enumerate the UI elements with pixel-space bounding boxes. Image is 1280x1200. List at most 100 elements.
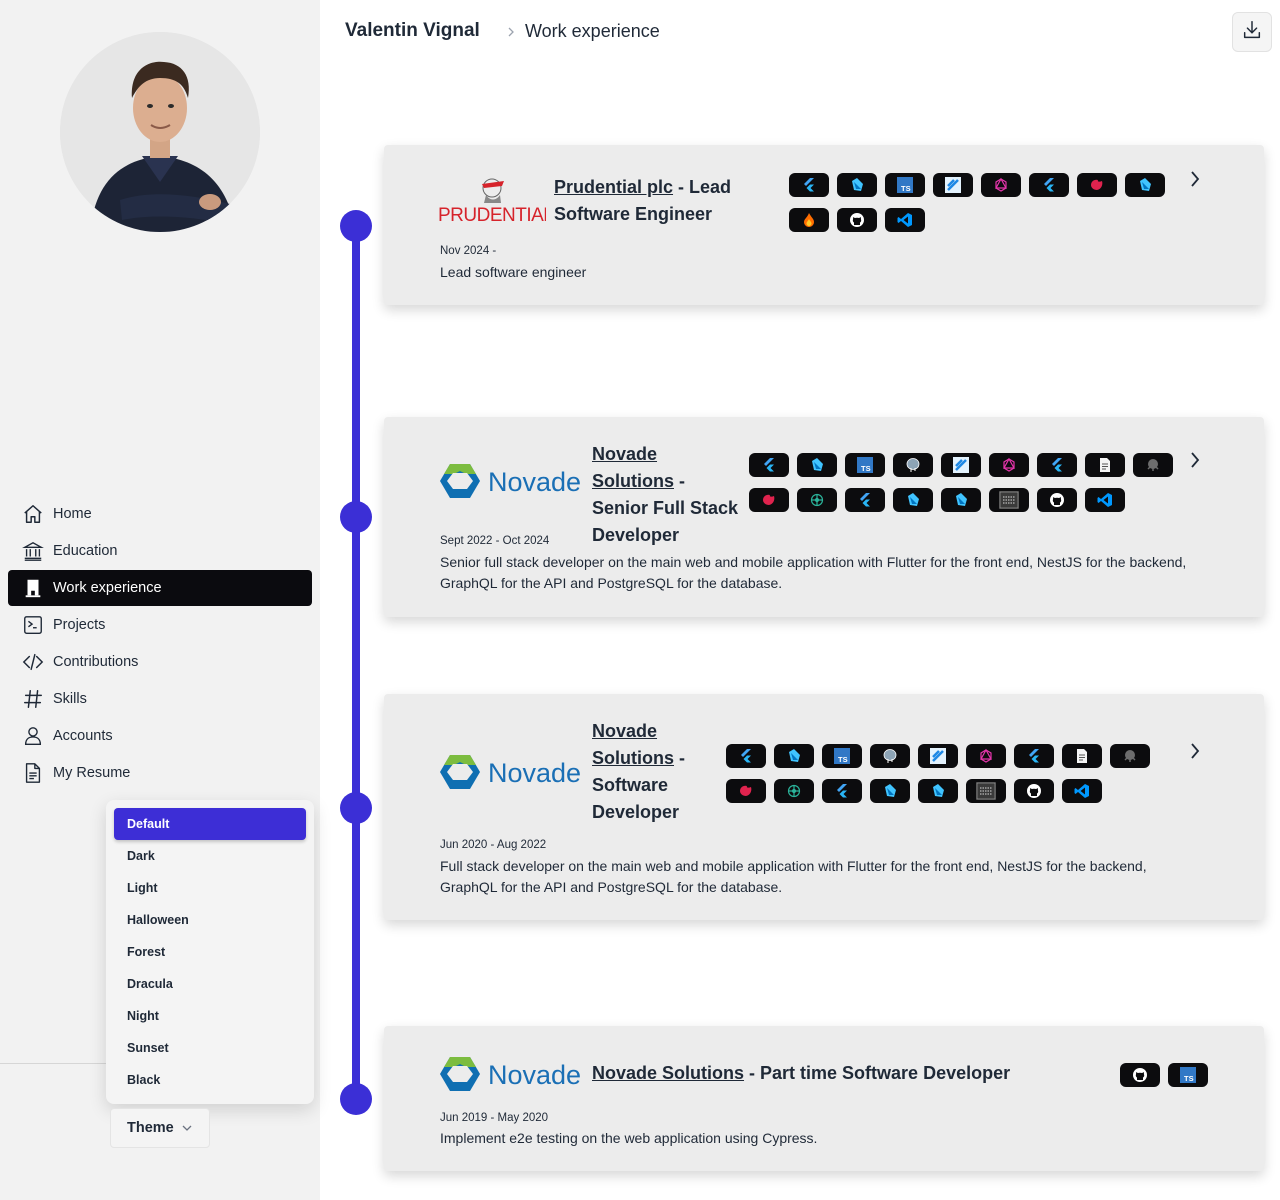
theme-button[interactable]: Theme bbox=[110, 1108, 210, 1148]
graphql-badge[interactable] bbox=[989, 453, 1029, 477]
theme-button-label: Theme bbox=[127, 1120, 174, 1136]
download-resume-button[interactable] bbox=[1232, 12, 1272, 52]
dart-badge[interactable] bbox=[870, 779, 910, 803]
breadcrumb-name[interactable]: Valentin Vignal bbox=[345, 20, 480, 42]
dart-badge[interactable] bbox=[774, 744, 814, 768]
theme-option-black[interactable]: Black bbox=[114, 1064, 306, 1096]
sidebar-item-projects[interactable]: Projects bbox=[8, 607, 312, 643]
typescript-badge[interactable]: TS bbox=[1168, 1063, 1208, 1087]
experience-card: PRUDENTIAL Prudential plc - Lead Softwar… bbox=[384, 145, 1264, 305]
download-icon bbox=[1241, 19, 1263, 46]
company-link[interactable]: Novade Solutions bbox=[592, 1063, 744, 1083]
vscode-badge[interactable] bbox=[885, 208, 925, 232]
dart-icon bbox=[786, 748, 802, 764]
sqlite-badge[interactable] bbox=[989, 488, 1029, 512]
company-link[interactable]: Prudential plc bbox=[554, 177, 673, 197]
flutter-icon bbox=[1049, 457, 1065, 473]
flutter-flow-badge[interactable] bbox=[918, 744, 958, 768]
typescript-badge[interactable]: TS bbox=[885, 173, 925, 197]
flutter-badge[interactable] bbox=[749, 453, 789, 477]
firebase-badge[interactable] bbox=[789, 208, 829, 232]
expand-button[interactable] bbox=[1183, 450, 1207, 474]
theme-option-light[interactable]: Light bbox=[114, 872, 306, 904]
sidebar-item-contributions[interactable]: Contributions bbox=[8, 644, 312, 680]
markdown-icon bbox=[1074, 748, 1090, 764]
github-badge[interactable] bbox=[837, 208, 877, 232]
flutter-icon bbox=[1026, 748, 1042, 764]
flutter-badge[interactable] bbox=[822, 779, 862, 803]
graphql-badge[interactable] bbox=[966, 744, 1006, 768]
firebase-icon bbox=[801, 212, 817, 228]
chevron-right-icon bbox=[506, 25, 516, 43]
flutter-badge[interactable] bbox=[845, 488, 885, 512]
sqlite-badge[interactable] bbox=[966, 779, 1006, 803]
timeline-dot bbox=[340, 792, 372, 824]
theme-option-dracula[interactable]: Dracula bbox=[114, 968, 306, 1000]
gitkraken-badge[interactable] bbox=[1133, 453, 1173, 477]
company-link[interactable]: Novade Solutions bbox=[592, 444, 674, 491]
nestjs-badge[interactable] bbox=[726, 779, 766, 803]
github-icon bbox=[1132, 1067, 1148, 1083]
user-icon bbox=[21, 724, 45, 748]
vscode-badge[interactable] bbox=[1062, 779, 1102, 803]
apollo-badge[interactable] bbox=[797, 488, 837, 512]
dart-badge[interactable] bbox=[797, 453, 837, 477]
theme-option-default[interactable]: Default bbox=[114, 808, 306, 840]
flutter-badge[interactable] bbox=[726, 744, 766, 768]
nestjs-badge[interactable] bbox=[749, 488, 789, 512]
expand-button[interactable] bbox=[1183, 741, 1207, 765]
theme-option-dark[interactable]: Dark bbox=[114, 840, 306, 872]
typescript-badge[interactable]: TS bbox=[845, 453, 885, 477]
github-badge[interactable] bbox=[1120, 1063, 1160, 1087]
github-badge[interactable] bbox=[1014, 779, 1054, 803]
graphql-badge[interactable] bbox=[981, 173, 1021, 197]
sidebar-item-label: Home bbox=[53, 506, 92, 522]
apollo-badge[interactable] bbox=[774, 779, 814, 803]
dart-badge[interactable] bbox=[893, 488, 933, 512]
school-icon bbox=[21, 539, 45, 563]
sidebar-item-work-experience[interactable]: Work experience bbox=[8, 570, 312, 606]
github-icon bbox=[849, 212, 865, 228]
gitkraken-badge[interactable] bbox=[1110, 744, 1150, 768]
postgresql-badge[interactable] bbox=[893, 453, 933, 477]
dart-badge[interactable] bbox=[918, 779, 958, 803]
flutter-badge[interactable] bbox=[1029, 173, 1069, 197]
dart-badge[interactable] bbox=[941, 488, 981, 512]
vscode-badge[interactable] bbox=[1085, 488, 1125, 512]
flutter-badge[interactable] bbox=[1037, 453, 1077, 477]
dart-badge[interactable] bbox=[837, 173, 877, 197]
typescript-badge[interactable]: TS bbox=[822, 744, 862, 768]
sidebar-nav: Home Education Work experience Projects … bbox=[8, 496, 312, 792]
github-badge[interactable] bbox=[1037, 488, 1077, 512]
sidebar-item-accounts[interactable]: Accounts bbox=[8, 718, 312, 754]
flutter-flow-badge[interactable] bbox=[933, 173, 973, 197]
sidebar-item-label: My Resume bbox=[53, 765, 131, 781]
sidebar-item-skills[interactable]: Skills bbox=[8, 681, 312, 717]
svg-text:TS: TS bbox=[1184, 1074, 1194, 1083]
experience-date: Nov 2024 - bbox=[440, 245, 497, 257]
dart-icon bbox=[849, 177, 865, 193]
nestjs-badge[interactable] bbox=[1077, 173, 1117, 197]
theme-option-halloween[interactable]: Halloween bbox=[114, 904, 306, 936]
experience-card: Novade Novade Solutions - Senior Full St… bbox=[384, 417, 1264, 617]
experience-title: Novade Solutions - Part time Software De… bbox=[592, 1060, 1092, 1087]
theme-option-forest[interactable]: Forest bbox=[114, 936, 306, 968]
flutter-flow-badge[interactable] bbox=[941, 453, 981, 477]
flutter-badge[interactable] bbox=[789, 173, 829, 197]
flutter-badge[interactable] bbox=[1014, 744, 1054, 768]
sidebar-item-home[interactable]: Home bbox=[8, 496, 312, 532]
typescript-icon: TS bbox=[834, 748, 850, 764]
theme-option-night[interactable]: Night bbox=[114, 1000, 306, 1032]
graphql-icon bbox=[978, 748, 994, 764]
company-link[interactable]: Novade Solutions bbox=[592, 721, 674, 768]
sidebar-item-label: Accounts bbox=[53, 728, 113, 744]
sidebar-item-my-resume[interactable]: My Resume bbox=[8, 755, 312, 791]
markdown-badge[interactable] bbox=[1085, 453, 1125, 477]
dart-badge[interactable] bbox=[1125, 173, 1165, 197]
svg-text:TS: TS bbox=[861, 464, 871, 473]
markdown-badge[interactable] bbox=[1062, 744, 1102, 768]
theme-option-sunset[interactable]: Sunset bbox=[114, 1032, 306, 1064]
sidebar-item-education[interactable]: Education bbox=[8, 533, 312, 569]
expand-button[interactable] bbox=[1183, 169, 1207, 193]
postgresql-badge[interactable] bbox=[870, 744, 910, 768]
